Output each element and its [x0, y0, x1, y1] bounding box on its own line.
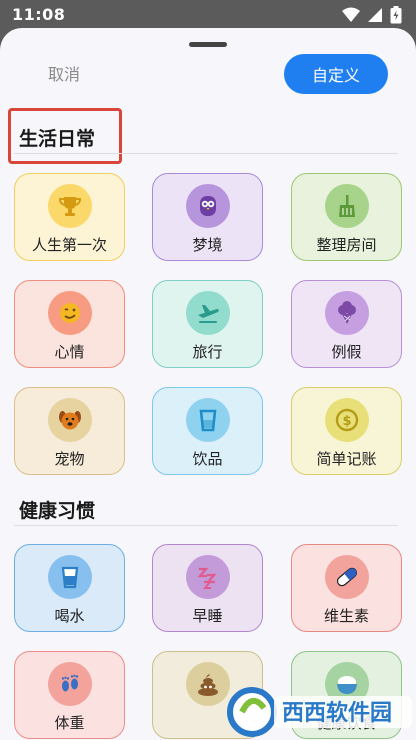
watermark-text: 西西软件园 — [282, 700, 392, 726]
dog-icon — [47, 398, 92, 442]
status-icons — [342, 6, 402, 24]
category-tile[interactable]: 人生第一次 — [14, 173, 125, 261]
section-divider — [14, 525, 398, 526]
category-label: 喝水 — [54, 607, 85, 625]
category-tile[interactable]: 早睡 — [152, 544, 263, 632]
category-label: 简单记账 — [316, 450, 377, 468]
category-tile[interactable]: 维生素 — [291, 544, 402, 632]
battery-icon — [390, 6, 402, 24]
category-label: 人生第一次 — [31, 236, 107, 254]
category-label: 例假 — [331, 343, 362, 361]
airplane-icon — [185, 291, 230, 335]
drag-handle[interactable] — [189, 42, 227, 47]
owl-icon — [185, 184, 230, 228]
section-title-health: 健康习惯 — [19, 500, 96, 522]
footprints-icon — [47, 662, 92, 706]
category-label: 心情 — [54, 343, 85, 361]
trophy-icon — [47, 184, 92, 228]
category-label: 维生素 — [323, 607, 369, 625]
custom-button[interactable]: 自定义 — [284, 54, 388, 94]
category-label: 梦境 — [192, 236, 223, 254]
pill-icon — [324, 555, 369, 599]
broom-icon — [324, 184, 369, 228]
category-tile[interactable]: 喝水 — [14, 544, 125, 632]
category-tile[interactable]: 旅行 — [152, 280, 263, 368]
category-tile[interactable]: 饮品 — [152, 387, 263, 475]
category-label: 宠物 — [54, 450, 85, 468]
coin-icon: $ — [324, 398, 369, 442]
signal-icon — [367, 7, 383, 23]
cancel-button[interactable]: 取消 — [48, 61, 80, 85]
category-tile[interactable]: $ 简单记账 — [291, 387, 402, 475]
water-glass-icon — [47, 555, 92, 599]
category-label: 饮品 — [192, 450, 223, 468]
category-label: 整理房间 — [316, 236, 377, 254]
cup-icon — [185, 398, 230, 442]
ice-cream-icon — [324, 291, 369, 335]
category-label: 旅行 — [192, 343, 223, 361]
wifi-icon — [342, 7, 360, 23]
wink-face-icon — [47, 291, 92, 335]
category-tile[interactable]: 宠物 — [14, 387, 125, 475]
status-bar: 11:08 — [0, 0, 416, 30]
section-title-daily: 生活日常 — [19, 128, 96, 150]
status-time: 11:08 — [12, 5, 66, 24]
svg-text:$: $ — [342, 414, 351, 429]
category-tile[interactable]: 整理房间 — [291, 173, 402, 261]
category-label: 体重 — [54, 714, 85, 732]
category-label: 早睡 — [192, 607, 223, 625]
category-tile[interactable]: 例假 — [291, 280, 402, 368]
category-tile[interactable]: 梦境 — [152, 173, 263, 261]
category-sheet: 取消 自定义 生活日常 人生第一次 梦境 整理房间心情 旅行 例假宠物 饮品 $ 简单记账 健… — [0, 28, 416, 740]
category-tile[interactable]: 心情 — [14, 280, 125, 368]
category-tile[interactable]: 体重 — [14, 651, 125, 739]
sleep-icon — [185, 555, 230, 599]
section-divider — [14, 153, 398, 154]
watermark-logo: 西西软件园 — [222, 672, 416, 740]
